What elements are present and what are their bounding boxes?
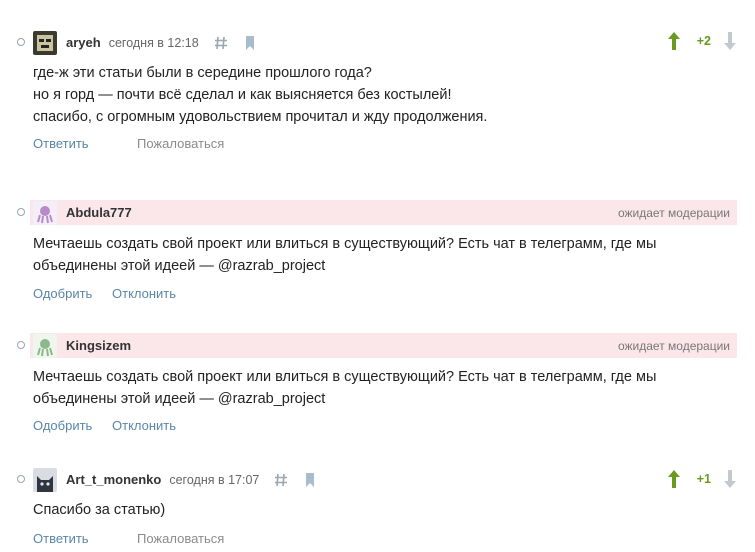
- comment-text: Спасибо за статью): [33, 499, 695, 521]
- hash-icon[interactable]: [213, 35, 229, 51]
- comment-text: Мечтаешь создать свой проект или влиться…: [33, 233, 695, 277]
- vote-widget: +2: [667, 32, 737, 50]
- reject-link[interactable]: Отклонить: [112, 286, 176, 301]
- comment-text-line: Спасибо за статью): [33, 502, 166, 518]
- comment-author[interactable]: Abdula777: [66, 205, 132, 220]
- comment-time[interactable]: сегодня в 17:07: [169, 473, 259, 487]
- comment-text: Мечтаешь создать свой проект или влиться…: [33, 366, 695, 410]
- downvote-arrow-icon[interactable]: [723, 32, 737, 50]
- avatar[interactable]: [33, 333, 57, 358]
- moderation-actions: Одобрить Отклонить: [33, 286, 176, 301]
- report-link[interactable]: Пожаловаться: [137, 136, 224, 151]
- comment-text-line: объединены этой идеей — @razrab_project: [33, 391, 326, 407]
- upvote-arrow-icon[interactable]: [667, 470, 681, 488]
- bookmark-icon[interactable]: [243, 35, 257, 51]
- comment-header: Art_t_monenko сегодня в 17:07: [30, 467, 737, 492]
- comment-text-line: спасибо, с огромным удовольствием прочит…: [33, 109, 488, 125]
- comment-text-line: объединены этой идеей — @razrab_project: [33, 258, 326, 274]
- comment-score: +2: [696, 34, 711, 48]
- hash-icon[interactable]: [273, 472, 289, 488]
- comment-time[interactable]: сегодня в 12:18: [109, 36, 199, 50]
- approve-link[interactable]: Одобрить: [33, 418, 112, 433]
- avatar[interactable]: [33, 30, 57, 55]
- comment-text-line: Мечтаешь создать свой проект или влиться…: [33, 369, 657, 385]
- comment-score: +1: [696, 472, 711, 486]
- comment-actions: Ответить Пожаловаться: [33, 136, 224, 151]
- bookmark-icon[interactable]: [303, 472, 317, 488]
- comment-text-line: Мечтаешь создать свой проект или влиться…: [33, 236, 657, 252]
- comment-header: aryeh сегодня в 12:18: [30, 30, 737, 55]
- moderation-actions: Одобрить Отклонить: [33, 418, 176, 433]
- reject-link[interactable]: Отклонить: [112, 418, 176, 433]
- avatar[interactable]: [33, 467, 57, 492]
- comment-bullet-icon[interactable]: [17, 341, 25, 349]
- comment-header: Kingsizem ожидает модерации: [30, 333, 737, 358]
- moderation-status: ожидает модерации: [617, 338, 730, 353]
- comment-author[interactable]: Art_t_monenko: [66, 472, 161, 487]
- avatar[interactable]: [33, 200, 57, 225]
- comment-author[interactable]: aryeh: [66, 35, 101, 50]
- moderation-status: ожидает модерации: [617, 205, 730, 220]
- reply-link[interactable]: Ответить: [33, 531, 137, 546]
- reply-link[interactable]: Ответить: [33, 136, 137, 151]
- approve-link[interactable]: Одобрить: [33, 286, 112, 301]
- upvote-arrow-icon[interactable]: [667, 32, 681, 50]
- comment-text-line: но я горд — почти всё сделал и как выясн…: [33, 87, 452, 103]
- comment-actions: Ответить Пожаловаться: [33, 531, 224, 546]
- comment-bullet-icon[interactable]: [17, 38, 25, 46]
- comment-author[interactable]: Kingsizem: [66, 338, 131, 353]
- comment-text: где-ж эти статьи были в середине прошлог…: [33, 62, 695, 128]
- downvote-arrow-icon[interactable]: [723, 470, 737, 488]
- comment-text-line: где-ж эти статьи были в середине прошлог…: [33, 65, 372, 81]
- vote-widget: +1: [667, 470, 737, 488]
- report-link[interactable]: Пожаловаться: [137, 531, 224, 546]
- comment-bullet-icon[interactable]: [17, 475, 25, 483]
- comment-bullet-icon[interactable]: [17, 208, 25, 216]
- comment-header: Abdula777 ожидает модерации: [30, 200, 737, 225]
